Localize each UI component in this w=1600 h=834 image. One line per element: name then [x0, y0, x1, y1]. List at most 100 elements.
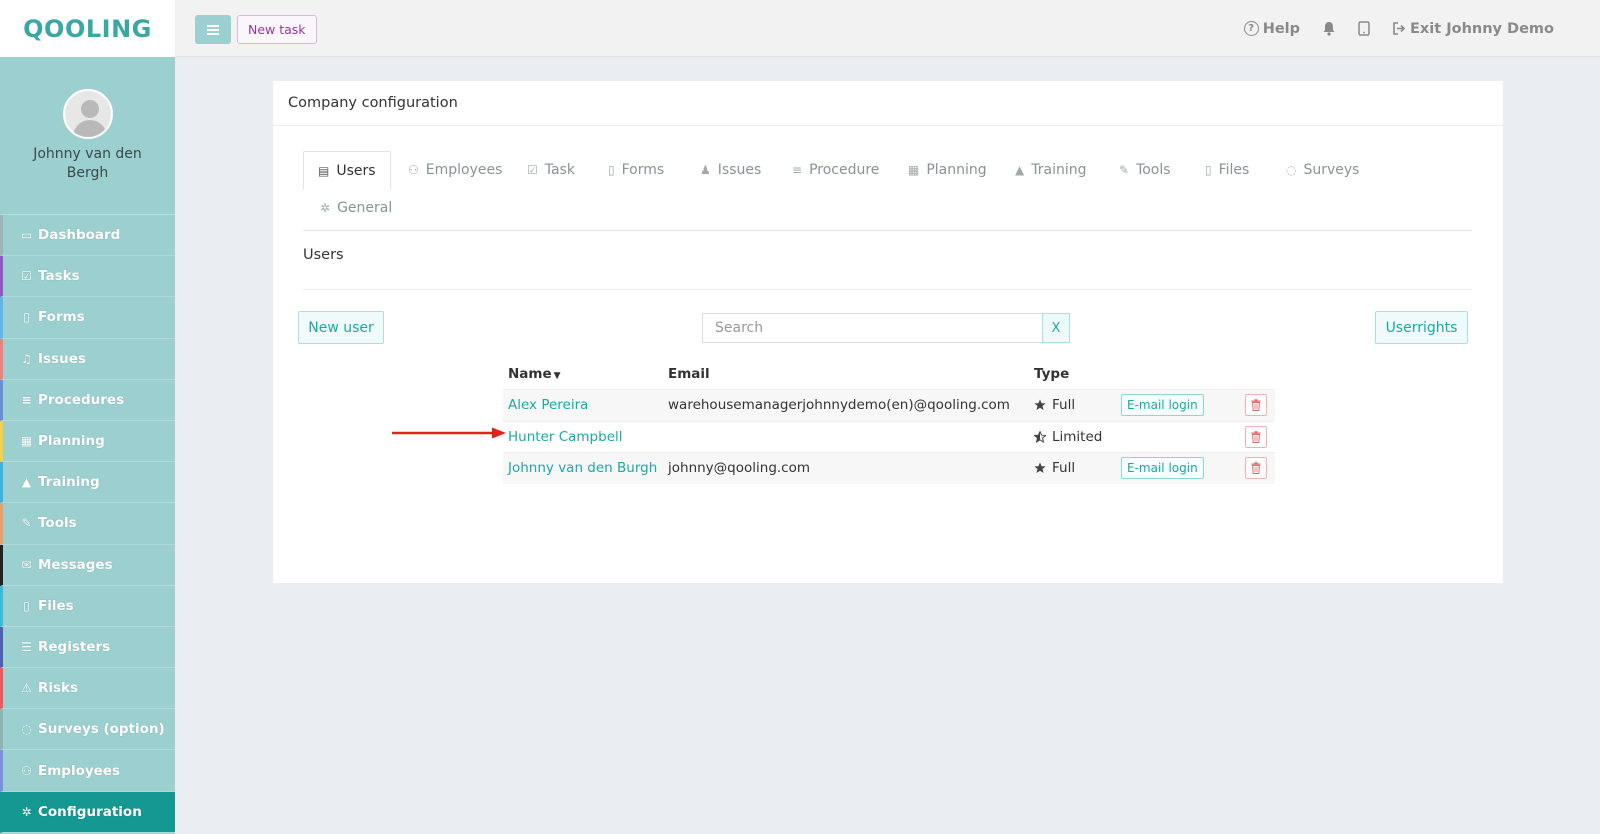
menu-toggle-button[interactable] [195, 15, 231, 44]
tab-training[interactable]: ▲ Training [1015, 151, 1086, 189]
sidebar-item-issues[interactable]: ♫ Issues [0, 338, 175, 380]
search-input[interactable] [702, 313, 1042, 343]
profile-name: Johnny van den Bergh [33, 146, 142, 181]
users-icon: ⚇ [408, 163, 419, 177]
company-configuration-panel: Company configuration ▤ Users ⚇ Employees ☑ T… [273, 81, 1503, 583]
help-link[interactable]: ? Help [1243, 21, 1300, 37]
tab-label: Employees [425, 162, 503, 178]
delete-user-button[interactable] [1244, 425, 1267, 448]
clear-search-button[interactable]: X [1042, 313, 1070, 343]
email-login-button[interactable]: E-mail login [1121, 394, 1204, 417]
user-name-link[interactable]: Johnny van den Burgh [508, 460, 657, 476]
sidebar-item-dashboard[interactable]: ▭ Dashboard [0, 215, 175, 257]
email-column-header: Email [668, 366, 710, 382]
sidebar-item-procedures[interactable]: ≡ Procedures [0, 379, 175, 421]
speech-bubble-icon: ◌ [1286, 163, 1297, 177]
sidebar-item-registers[interactable]: ☰ Registers [0, 626, 175, 669]
exit-demo-link[interactable]: Exit Johnny Demo [1392, 21, 1554, 37]
notifications-button[interactable] [1322, 21, 1336, 36]
wrench-icon: ✎ [21, 516, 32, 531]
sidebar-item-files[interactable]: ▯ Files [0, 585, 175, 627]
type-column-header: Type [1034, 366, 1070, 382]
sidebar-item-configuration[interactable]: ✲ Configuration [0, 791, 175, 833]
tab-employees[interactable]: ⚇ Employees [408, 151, 502, 189]
tab-planning[interactable]: ▦ Planning [908, 151, 987, 189]
sidebar-item-planning[interactable]: ▦ Planning [0, 420, 175, 463]
tab-label: Files [1218, 162, 1250, 178]
panel-title: Company configuration [273, 81, 1503, 126]
sidebar-item-tools[interactable]: ✎ Tools [0, 503, 175, 545]
trash-icon [1251, 399, 1260, 412]
tab-surveys[interactable]: ◌ Surveys [1286, 151, 1359, 189]
sidebar-item-label: Messages [38, 556, 113, 573]
hamburger-icon [207, 24, 219, 35]
tab-procedure[interactable]: ≡ Procedure [792, 151, 879, 189]
device-button[interactable] [1358, 21, 1370, 36]
user-name-link[interactable]: Alex Pereira [508, 397, 588, 413]
delete-cell [1236, 457, 1275, 480]
config-tabs: ▤ Users ⚇ Employees ☑ Task ▯ Forms ♟ Issues ≡ Proce… [303, 151, 1472, 231]
wrench-icon: ✎ [1119, 163, 1130, 177]
half-star-icon [1034, 430, 1046, 443]
new-user-button[interactable]: New user [298, 311, 384, 344]
annotation-arrow-icon [392, 427, 506, 439]
check-icon: ☑ [527, 163, 538, 177]
star-icon [1034, 399, 1046, 411]
new-task-button[interactable]: New task [237, 15, 317, 44]
users-table: Name ▼ Email Type Alex Pereira warehousema… [503, 359, 1275, 484]
sidebar-item-training[interactable]: ▲ Training [0, 462, 175, 504]
name-column-header[interactable]: Name ▼ [503, 366, 668, 382]
tab-files[interactable]: ▯ Files [1205, 151, 1249, 189]
tab-label: Forms [621, 162, 665, 178]
sidebar-item-label: Tools [38, 515, 77, 532]
tab-task[interactable]: ☑ Task [527, 151, 575, 189]
sidebar-item-surveys-option[interactable]: ◌ Surveys (option) [0, 709, 175, 751]
sort-caret-icon: ▼ [553, 371, 561, 381]
tab-label: Tools [1136, 162, 1171, 178]
sidebar-item-label: Tasks [38, 268, 80, 285]
bell-icon [1323, 22, 1335, 36]
exit-label: Exit Johnny Demo [1410, 20, 1554, 37]
envelope-icon: ✉ [21, 557, 32, 572]
delete-cell [1236, 394, 1275, 417]
table-row: Alex Pereira warehousemanagerjohnnydemo(e… [503, 389, 1275, 421]
tab-label: Training [1031, 162, 1087, 178]
tab-forms[interactable]: ▯ Forms [608, 151, 664, 189]
star-icon [1034, 462, 1046, 474]
monitor-icon: ▭ [20, 228, 33, 243]
graduation-cap-icon: ▲ [21, 475, 32, 490]
email-login-button[interactable]: E-mail login [1121, 457, 1204, 480]
table-header: Name ▼ Email Type [503, 359, 1275, 389]
file-pdf-icon: ▯ [23, 598, 30, 613]
sidebar-item-tasks[interactable]: ☑ Tasks [0, 256, 175, 298]
sidebar-item-label: Procedures [38, 391, 125, 408]
list-icon: ≡ [792, 163, 803, 177]
user-name-link[interactable]: Hunter Campbell [508, 429, 623, 445]
speech-bubble-icon: ◌ [21, 722, 32, 737]
sidebar-item-employees[interactable]: ⚇ Employees [0, 750, 175, 792]
trash-icon [1251, 430, 1260, 443]
delete-user-button[interactable] [1244, 394, 1267, 417]
user-type: Full [1034, 397, 1121, 413]
tab-users[interactable]: ▤ Users [303, 151, 391, 190]
tab-label: Users [336, 162, 376, 179]
search-box: X [702, 313, 1070, 343]
avatar[interactable] [62, 89, 113, 139]
userrights-button[interactable]: Userrights [1375, 311, 1468, 344]
sidebar-item-messages[interactable]: ✉ Messages [0, 544, 175, 586]
tab-label: General [337, 200, 393, 216]
top-bar: New task ? Help Exit Johnny Demo [175, 0, 1600, 57]
tab-issues[interactable]: ♟ Issues [700, 151, 761, 189]
user-email: warehousemanagerjohnnydemo(en)@qooling.c… [668, 397, 1010, 414]
sidebar-item-risks[interactable]: ⚠ Risks [0, 668, 175, 710]
user-name-cell: Johnny van den Burgh [503, 460, 668, 476]
qooling-logo[interactable]: QOOLING [23, 15, 152, 43]
sidebar-item-forms[interactable]: ▯ Forms [0, 297, 175, 339]
sidebar-item-label: Issues [38, 350, 86, 367]
sidebar-item-label: Forms [38, 309, 85, 326]
delete-user-button[interactable] [1244, 457, 1267, 480]
tablet-icon [1358, 21, 1370, 36]
file-icon: ▯ [23, 310, 30, 325]
tab-general[interactable]: ✲ General [320, 189, 392, 227]
tab-tools[interactable]: ✎ Tools [1119, 151, 1171, 189]
